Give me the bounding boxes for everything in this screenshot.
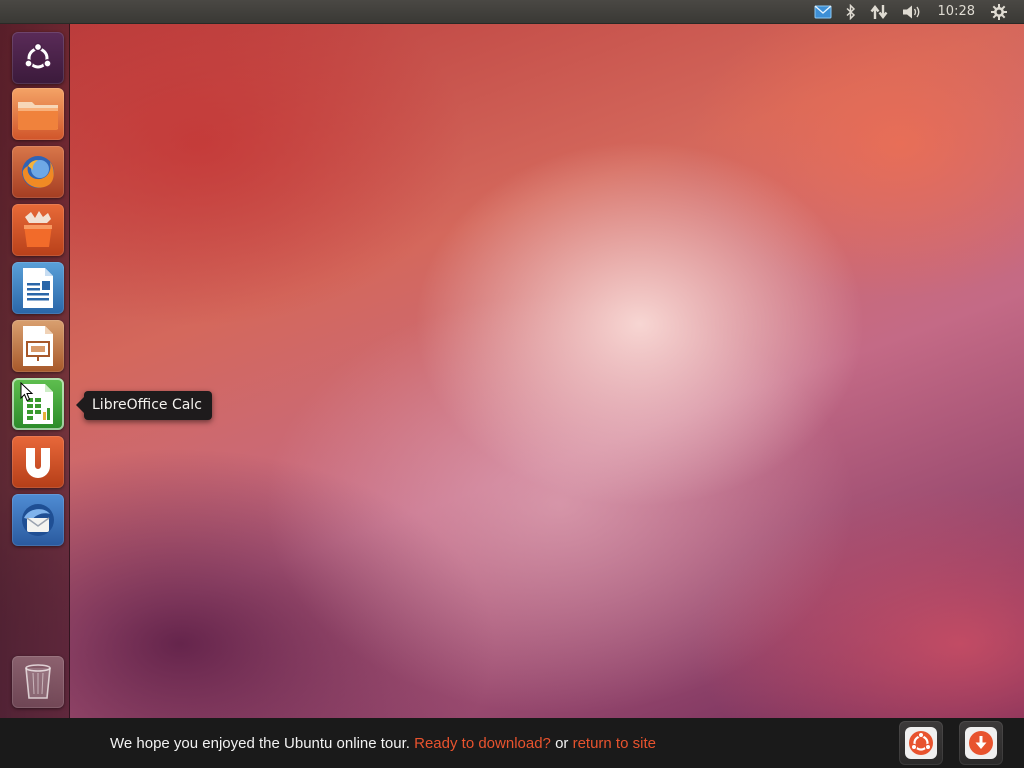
top-panel: 10:28 xyxy=(0,0,1024,24)
launcher-tooltip: LibreOffice Calc xyxy=(76,391,212,420)
messaging-icon xyxy=(814,4,832,18)
folder-icon xyxy=(18,102,58,130)
download-arrow-icon xyxy=(969,731,993,755)
tour-message-connector: or xyxy=(555,735,569,752)
launcher-item-libreoffice-writer[interactable] xyxy=(12,262,64,314)
launcher-item-home-folder[interactable] xyxy=(12,88,64,140)
launcher-item-libreoffice-impress[interactable] xyxy=(12,320,64,372)
tour-message-text: We hope you enjoyed the Ubuntu online to… xyxy=(110,735,410,752)
tour-message: We hope you enjoyed the Ubuntu online to… xyxy=(110,718,656,768)
impress-icon xyxy=(23,326,53,366)
launcher-item-ubuntu-software-center[interactable] xyxy=(12,204,64,256)
launcher-item-firefox[interactable] xyxy=(12,146,64,198)
return-to-site-link[interactable]: return to site xyxy=(573,735,656,752)
ready-to-download-link[interactable]: Ready to download? xyxy=(414,735,551,752)
firefox-icon xyxy=(22,156,54,188)
network-icon xyxy=(870,4,887,19)
ubuntu-logo-icon xyxy=(909,731,933,755)
download-button[interactable] xyxy=(959,721,1003,765)
tour-bottom-bar: We hope you enjoyed the Ubuntu online to… xyxy=(0,718,1024,768)
network-indicator[interactable] xyxy=(863,0,895,24)
ubuntu-logo-icon xyxy=(24,42,52,69)
session-menu[interactable] xyxy=(984,0,1014,24)
volume-indicator[interactable] xyxy=(895,0,929,24)
shopping-bag-icon xyxy=(24,211,52,247)
launcher xyxy=(0,24,70,718)
ubuntu-site-button[interactable] xyxy=(899,721,943,765)
desktop-wallpaper xyxy=(0,24,1024,718)
messaging-indicator[interactable] xyxy=(807,0,839,24)
volume-icon xyxy=(902,5,919,18)
gear-icon xyxy=(991,3,1007,20)
clock[interactable]: 10:28 xyxy=(929,0,984,24)
mouse-pointer-icon xyxy=(20,382,34,402)
bluetooth-icon xyxy=(846,3,855,20)
trash-icon xyxy=(25,664,51,699)
launcher-item-dash-home[interactable] xyxy=(12,32,64,84)
launcher-item-thunderbird[interactable] xyxy=(12,494,64,546)
bluetooth-indicator[interactable] xyxy=(839,0,863,24)
thunderbird-icon xyxy=(22,504,54,536)
writer-icon xyxy=(23,268,53,308)
launcher-item-ubuntu-one[interactable] xyxy=(12,436,64,488)
ubuntu-one-icon xyxy=(26,448,50,478)
launcher-item-trash[interactable] xyxy=(12,656,64,708)
